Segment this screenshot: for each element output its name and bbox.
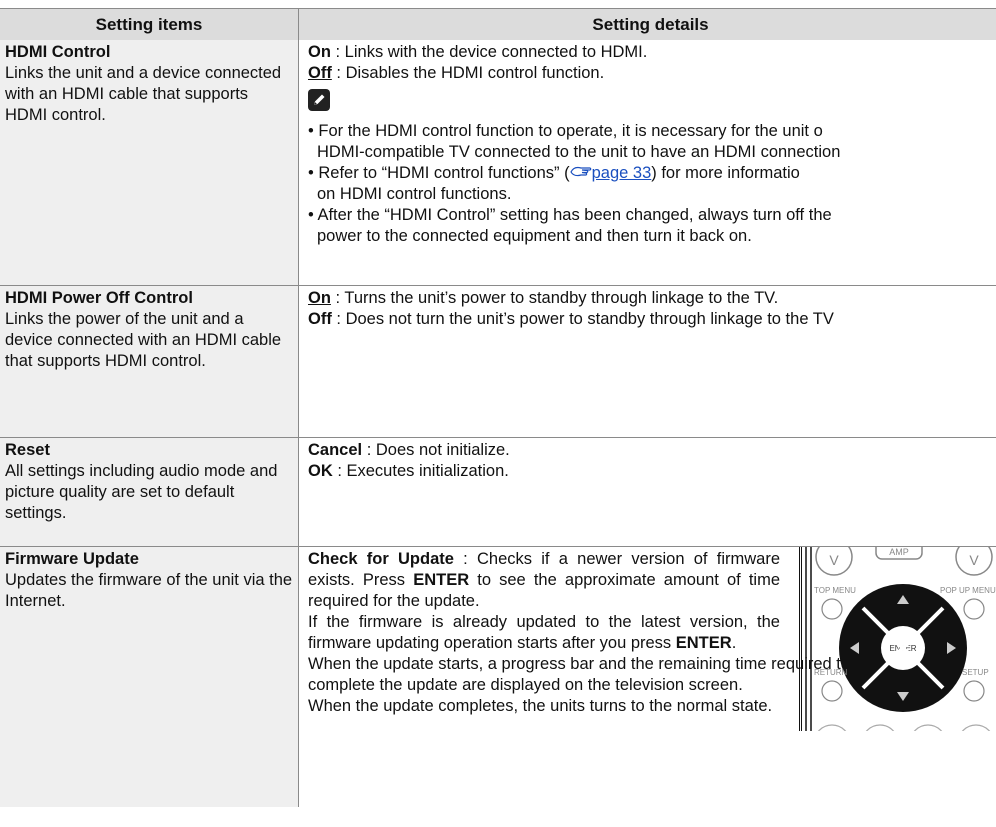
popup-menu-label: POP UP MENU xyxy=(940,586,996,595)
row-title: HDMI Power Off Control xyxy=(5,289,193,307)
option-on: On : Links with the device connected to … xyxy=(308,43,648,61)
svg-text:V: V xyxy=(969,552,979,568)
row-title: Reset xyxy=(5,441,50,459)
note-line: • After the “HDMI Control” setting has b… xyxy=(308,206,832,224)
row-description: Updates the firmware of the unit via the… xyxy=(5,571,293,610)
header-setting-items: Setting items xyxy=(0,9,299,40)
header-setting-details: Setting details xyxy=(592,15,709,34)
settings-table: Setting items Setting details HDMI Contr… xyxy=(0,0,996,827)
note-line: • For the HDMI control function to opera… xyxy=(308,122,823,140)
check-for-update-text: Check for Update : Checks if a newer ver… xyxy=(308,550,781,610)
option-cancel: Cancel : Does not initialize. xyxy=(308,441,510,459)
amp-label: AMP xyxy=(889,547,909,557)
table-row: Reset All settings including audio mode … xyxy=(0,438,996,547)
option-ok: OK : Executes initialization. xyxy=(308,462,509,480)
note-line: on HDMI control functions. xyxy=(317,185,512,203)
pencil-note-icon xyxy=(308,89,330,111)
row-description: All settings including audio mode and pi… xyxy=(5,462,278,522)
reference-hand-icon xyxy=(569,166,591,177)
table-row: HDMI Power Off Control Links the power o… xyxy=(0,286,996,438)
option-off: Off : Disables the HDMI control function… xyxy=(308,64,605,82)
row-description: Links the power of the unit and a device… xyxy=(5,310,282,370)
table-row: HDMI Control Links the unit and a device… xyxy=(0,40,996,286)
note-line: HDMI-compatible TV connected to the unit… xyxy=(317,143,841,161)
remote-control-illustration: V AMP V TOP MENU POP UP MENU ENTER RETUR… xyxy=(799,547,996,731)
note-line: power to the connected equipment and the… xyxy=(317,227,752,245)
table-row: Firmware Update Updates the firmware of … xyxy=(0,547,996,827)
row-description: Links the unit and a device connected wi… xyxy=(5,64,282,124)
svg-text:V: V xyxy=(829,552,839,568)
latest-version-text: If the firmware is already updated to th… xyxy=(308,613,780,652)
top-menu-label: TOP MENU xyxy=(814,586,856,595)
row-title: Firmware Update xyxy=(5,550,139,568)
table-header: Setting items Setting details xyxy=(0,8,996,41)
row-title: HDMI Control xyxy=(5,43,111,61)
setup-label: SETUP xyxy=(962,668,989,677)
note-line: • Refer to “HDMI control functions” (pag… xyxy=(308,164,800,182)
return-label: RETURN xyxy=(814,668,848,677)
option-off: Off : Does not turn the unit’s power to … xyxy=(308,310,834,328)
page-33-link[interactable]: page 33 xyxy=(592,164,652,182)
option-on: On : Turns the unit’s power to standby t… xyxy=(308,289,779,307)
